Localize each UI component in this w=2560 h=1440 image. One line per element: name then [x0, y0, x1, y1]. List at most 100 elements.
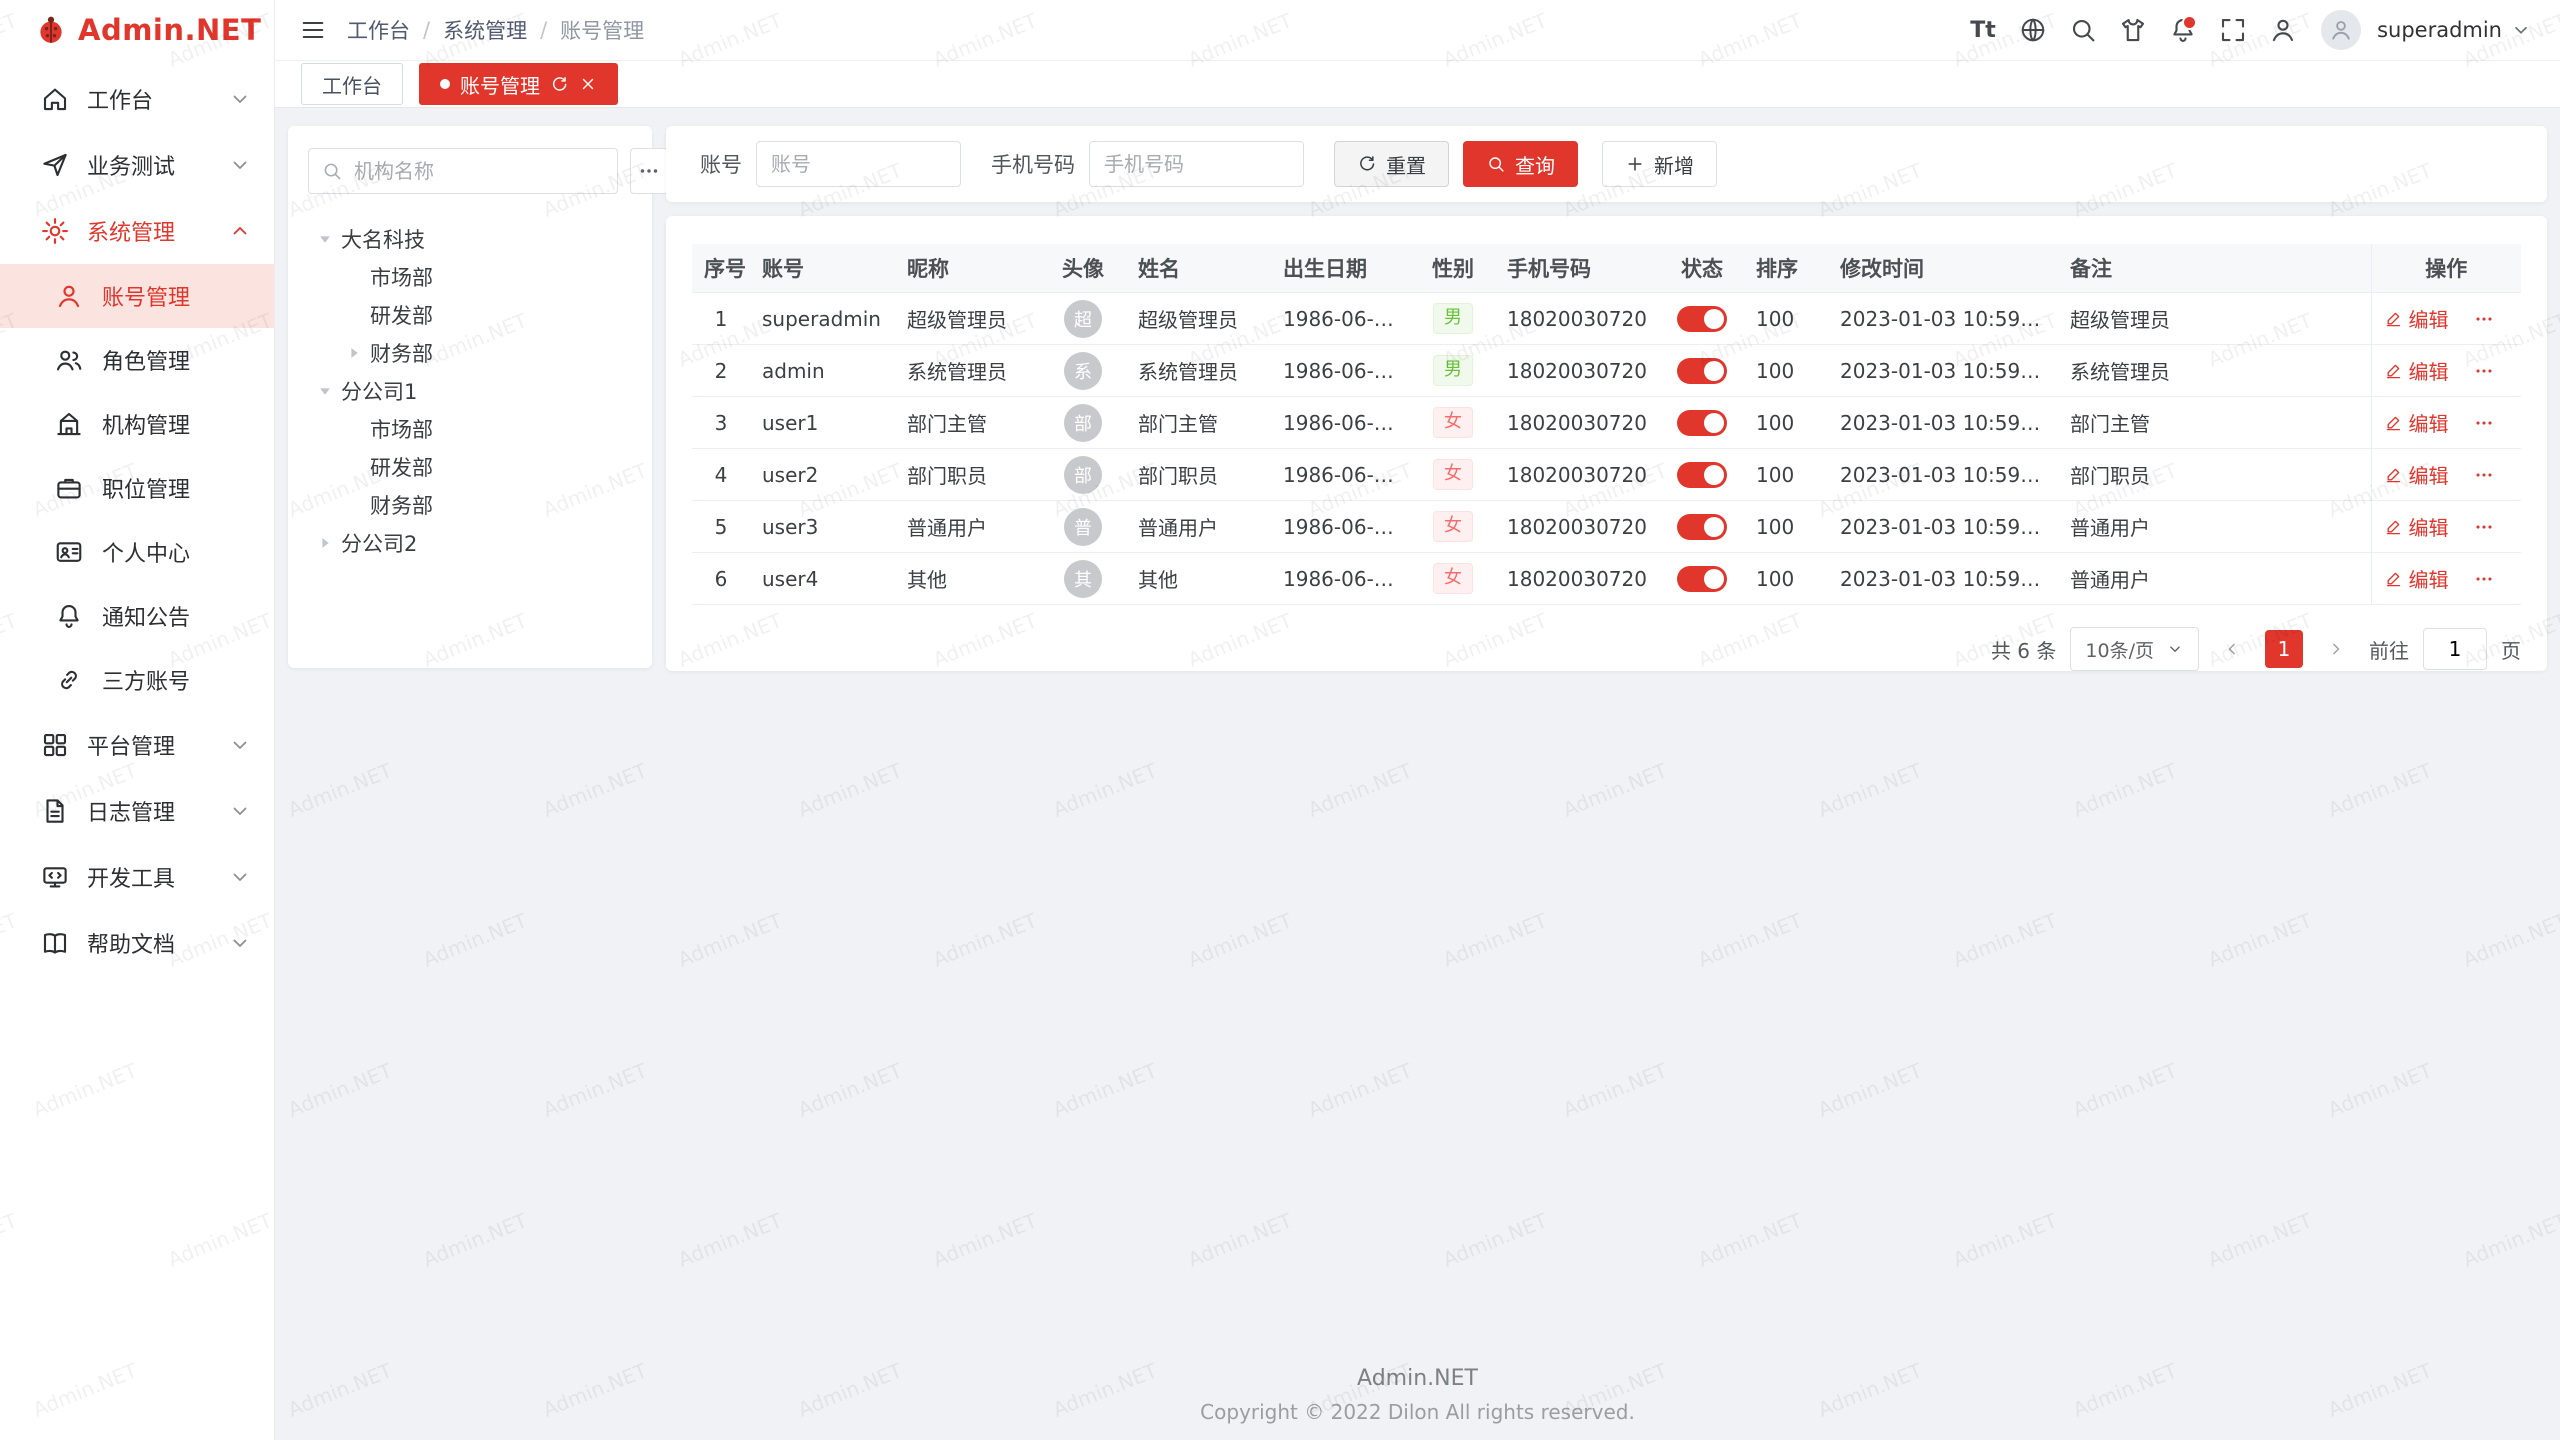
next-page-button[interactable] [2317, 630, 2355, 668]
sidebar-item-log-mgmt[interactable]: 日志管理 [0, 778, 274, 844]
col-ops: 操作 [2371, 244, 2521, 293]
search-button[interactable] [2061, 8, 2105, 52]
sidebar-item-business-test[interactable]: 业务测试 [0, 132, 274, 198]
sidebar-item-notice[interactable]: 通知公告 [0, 584, 274, 648]
cell-sort: 100 [1744, 449, 1828, 501]
font-size-button[interactable]: Tt [1961, 8, 2005, 52]
sidebar-item-label: 职位管理 [102, 472, 190, 504]
row-more-button[interactable] [2473, 308, 2495, 330]
breadcrumb-item[interactable]: 工作台 [347, 15, 410, 45]
row-more-button[interactable] [2473, 464, 2495, 486]
status-toggle[interactable] [1677, 514, 1727, 540]
edit-button[interactable]: 编辑 [2384, 356, 2449, 385]
tree-node-label: 研发部 [370, 300, 433, 330]
row-more-button[interactable] [2473, 568, 2495, 590]
tab-close-button[interactable] [579, 75, 597, 93]
tree-node-label: 研发部 [370, 452, 433, 482]
col-no: 序号 [692, 244, 750, 293]
tree-node[interactable]: 市场部 [308, 258, 632, 296]
refresh-icon [1357, 154, 1377, 174]
edit-button[interactable]: 编辑 [2384, 408, 2449, 437]
sidebar-item-workbench[interactable]: 工作台 [0, 66, 274, 132]
tab-refresh-button[interactable] [550, 75, 569, 94]
reset-button[interactable]: 重置 [1334, 141, 1449, 187]
edit-button[interactable]: 编辑 [2384, 304, 2449, 333]
cell-ops: 编辑 [2371, 501, 2521, 553]
tree-node[interactable]: 分公司2 [308, 524, 632, 562]
search-icon [321, 160, 343, 182]
tab-account-mgmt[interactable]: 账号管理 [419, 63, 618, 105]
tree-node[interactable]: 研发部 [308, 296, 632, 334]
cell-birth: 1986-06-28 [1271, 501, 1411, 553]
search-button[interactable]: 查询 [1463, 141, 1578, 187]
sidebar-item-org-mgmt[interactable]: 机构管理 [0, 392, 274, 456]
edit-button[interactable]: 编辑 [2384, 564, 2449, 593]
caret-icon[interactable] [316, 382, 334, 400]
edit-button[interactable]: 编辑 [2384, 512, 2449, 541]
tree-more-button[interactable] [630, 148, 668, 194]
sidebar-item-third-party-account[interactable]: 三方账号 [0, 648, 274, 712]
col-sort: 排序 [1744, 244, 1828, 293]
theme-button[interactable] [2111, 8, 2155, 52]
notification-button[interactable] [2161, 8, 2205, 52]
tree-node[interactable]: 分公司1 [308, 372, 632, 410]
col-status: 状态 [1660, 244, 1744, 293]
sidebar-item-role-mgmt[interactable]: 角色管理 [0, 328, 274, 392]
sidebar-item-personal-center[interactable]: 个人中心 [0, 520, 274, 584]
cell-name: 其他 [1126, 553, 1271, 605]
row-more-button[interactable] [2473, 412, 2495, 434]
gender-badge: 男 [1433, 355, 1473, 386]
org-search-input[interactable] [352, 158, 605, 184]
fullscreen-button[interactable] [2211, 8, 2255, 52]
sidebar-item-dev-tools[interactable]: 开发工具 [0, 844, 274, 910]
user-panel-button[interactable] [2261, 8, 2305, 52]
gear-icon [40, 216, 70, 246]
avatar[interactable] [2321, 10, 2361, 50]
goto-page-input[interactable] [2423, 628, 2487, 670]
current-page[interactable]: 1 [2265, 630, 2303, 668]
tree-node[interactable]: 财务部 [308, 486, 632, 524]
sidebar-item-platform-mgmt[interactable]: 平台管理 [0, 712, 274, 778]
edit-button[interactable]: 编辑 [2384, 460, 2449, 489]
page-size-select[interactable]: 10条/页 [2070, 627, 2199, 671]
col-nickname: 昵称 [895, 244, 1040, 293]
breadcrumb-item[interactable]: 系统管理 [443, 15, 527, 45]
status-toggle[interactable] [1677, 306, 1727, 332]
row-more-button[interactable] [2473, 360, 2495, 382]
chevron-left-icon [2222, 639, 2242, 659]
status-toggle[interactable] [1677, 462, 1727, 488]
status-toggle[interactable] [1677, 410, 1727, 436]
more-horizontal-icon [2473, 308, 2495, 330]
caret-icon[interactable] [345, 344, 363, 362]
account-input[interactable] [756, 141, 961, 187]
tree-node[interactable]: 大名科技 [308, 220, 632, 258]
sidebar-item-label: 机构管理 [102, 408, 190, 440]
sidebar-item-account-mgmt[interactable]: 账号管理 [0, 264, 274, 328]
add-button[interactable]: 新增 [1602, 141, 1717, 187]
tree-node[interactable]: 财务部 [308, 334, 632, 372]
status-toggle[interactable] [1677, 358, 1727, 384]
menu-toggle-icon[interactable] [299, 16, 327, 44]
sidebar-item-system-mgmt[interactable]: 系统管理 [0, 198, 274, 264]
caret-icon[interactable] [316, 230, 334, 248]
tree-node[interactable]: 研发部 [308, 448, 632, 486]
page-size-value: 10条/页 [2085, 636, 2154, 663]
sidebar-item-help-docs[interactable]: 帮助文档 [0, 910, 274, 976]
cell-birth: 1986-06-28 [1271, 397, 1411, 449]
tab-workbench[interactable]: 工作台 [301, 63, 403, 105]
globe-button[interactable] [2011, 8, 2055, 52]
status-toggle[interactable] [1677, 566, 1727, 592]
cell-status [1660, 397, 1744, 449]
sidebar-item-position-mgmt[interactable]: 职位管理 [0, 456, 274, 520]
avatar: 部 [1064, 404, 1102, 442]
cell-no: 2 [692, 345, 750, 397]
row-more-button[interactable] [2473, 516, 2495, 538]
phone-input[interactable] [1089, 141, 1304, 187]
tree-node[interactable]: 市场部 [308, 410, 632, 448]
username[interactable]: superadmin [2377, 18, 2502, 42]
caret-icon[interactable] [316, 534, 334, 552]
table-row: 5 user3 普通用户 普 普通用户 1986-06-28 女 1802003… [692, 501, 2521, 553]
user-menu-chevron[interactable] [2510, 19, 2532, 41]
prev-page-button[interactable] [2213, 630, 2251, 668]
sidebar-item-label: 工作台 [87, 83, 211, 115]
